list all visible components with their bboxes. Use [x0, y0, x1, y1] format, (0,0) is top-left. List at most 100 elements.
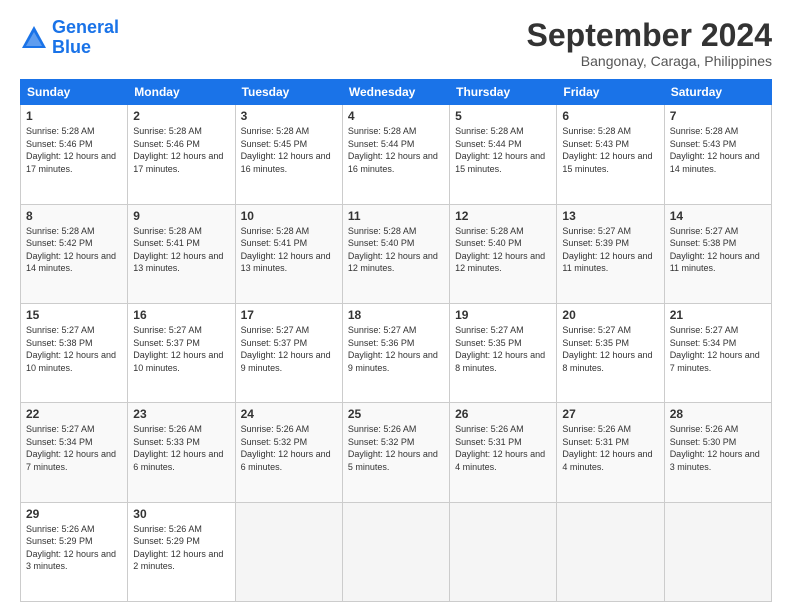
- day-number: 26: [455, 407, 551, 421]
- day-info: Sunrise: 5:28 AMSunset: 5:42 PMDaylight:…: [26, 225, 122, 275]
- col-wednesday: Wednesday: [342, 80, 449, 105]
- table-row: 15 Sunrise: 5:27 AMSunset: 5:38 PMDayligh…: [21, 303, 128, 402]
- header: General Blue September 2024 Bangonay, Ca…: [20, 18, 772, 69]
- col-saturday: Saturday: [664, 80, 771, 105]
- calendar-week-row: 29 Sunrise: 5:26 AMSunset: 5:29 PMDayligh…: [21, 502, 772, 601]
- table-row: 12Sunrise: 5:28 AMSunset: 5:40 PMDayligh…: [450, 204, 557, 303]
- day-number: 11: [348, 209, 444, 223]
- table-row: 14Sunrise: 5:27 AMSunset: 5:38 PMDayligh…: [664, 204, 771, 303]
- calendar-week-row: 1 Sunrise: 5:28 AMSunset: 5:46 PMDaylight…: [21, 105, 772, 204]
- table-row: [342, 502, 449, 601]
- day-info: Sunrise: 5:26 AMSunset: 5:32 PMDaylight:…: [241, 423, 337, 473]
- day-number: 10: [241, 209, 337, 223]
- table-row: 2 Sunrise: 5:28 AMSunset: 5:46 PMDaylight…: [128, 105, 235, 204]
- table-row: 11 Sunrise: 5:28 AMSunset: 5:40 PMDayligh…: [342, 204, 449, 303]
- table-row: 6 Sunrise: 5:28 AMSunset: 5:43 PMDaylight…: [557, 105, 664, 204]
- logo: General Blue: [20, 18, 119, 58]
- table-row: 19Sunrise: 5:27 AMSunset: 5:35 PMDayligh…: [450, 303, 557, 402]
- day-number: 24: [241, 407, 337, 421]
- day-info: Sunrise: 5:28 AMSunset: 5:46 PMDaylight:…: [133, 125, 229, 175]
- day-info: Sunrise: 5:26 AMSunset: 5:30 PMDaylight:…: [670, 423, 766, 473]
- day-number: 1: [26, 109, 122, 123]
- calendar-table: Sunday Monday Tuesday Wednesday Thursday…: [20, 79, 772, 602]
- col-friday: Friday: [557, 80, 664, 105]
- day-info: Sunrise: 5:28 AMSunset: 5:46 PMDaylight:…: [26, 125, 122, 175]
- table-row: 18Sunrise: 5:27 AMSunset: 5:36 PMDayligh…: [342, 303, 449, 402]
- col-thursday: Thursday: [450, 80, 557, 105]
- day-number: 29: [26, 507, 122, 521]
- day-info: Sunrise: 5:28 AMSunset: 5:40 PMDaylight:…: [348, 225, 444, 275]
- day-number: 7: [670, 109, 766, 123]
- col-tuesday: Tuesday: [235, 80, 342, 105]
- calendar-week-row: 15 Sunrise: 5:27 AMSunset: 5:38 PMDayligh…: [21, 303, 772, 402]
- day-number: 25: [348, 407, 444, 421]
- day-number: 2: [133, 109, 229, 123]
- day-info: Sunrise: 5:27 AMSunset: 5:38 PMDaylight:…: [670, 225, 766, 275]
- table-row: 16Sunrise: 5:27 AMSunset: 5:37 PMDayligh…: [128, 303, 235, 402]
- table-row: 10 Sunrise: 5:28 AMSunset: 5:41 PMDayligh…: [235, 204, 342, 303]
- day-number: 5: [455, 109, 551, 123]
- table-row: [664, 502, 771, 601]
- table-row: 1 Sunrise: 5:28 AMSunset: 5:46 PMDaylight…: [21, 105, 128, 204]
- day-info: Sunrise: 5:27 AMSunset: 5:37 PMDaylight:…: [241, 324, 337, 374]
- day-number: 3: [241, 109, 337, 123]
- table-row: 30 Sunrise: 5:26 AMSunset: 5:29 PMDayligh…: [128, 502, 235, 601]
- day-number: 8: [26, 209, 122, 223]
- table-row: 17 Sunrise: 5:27 AMSunset: 5:37 PMDayligh…: [235, 303, 342, 402]
- logo-text: General Blue: [52, 18, 119, 58]
- day-info: Sunrise: 5:27 AMSunset: 5:35 PMDaylight:…: [562, 324, 658, 374]
- day-number: 9: [133, 209, 229, 223]
- table-row: [235, 502, 342, 601]
- day-info: Sunrise: 5:27 AMSunset: 5:34 PMDaylight:…: [670, 324, 766, 374]
- day-number: 22: [26, 407, 122, 421]
- calendar-week-row: 8 Sunrise: 5:28 AMSunset: 5:42 PMDaylight…: [21, 204, 772, 303]
- day-info: Sunrise: 5:27 AMSunset: 5:37 PMDaylight:…: [133, 324, 229, 374]
- table-row: 13 Sunrise: 5:27 AMSunset: 5:39 PMDayligh…: [557, 204, 664, 303]
- day-number: 6: [562, 109, 658, 123]
- day-number: 20: [562, 308, 658, 322]
- day-info: Sunrise: 5:27 AMSunset: 5:34 PMDaylight:…: [26, 423, 122, 473]
- day-info: Sunrise: 5:28 AMSunset: 5:44 PMDaylight:…: [348, 125, 444, 175]
- month-title: September 2024: [527, 18, 772, 53]
- day-info: Sunrise: 5:28 AMSunset: 5:41 PMDaylight:…: [133, 225, 229, 275]
- day-info: Sunrise: 5:26 AMSunset: 5:29 PMDaylight:…: [133, 523, 229, 573]
- day-info: Sunrise: 5:28 AMSunset: 5:45 PMDaylight:…: [241, 125, 337, 175]
- table-row: 5Sunrise: 5:28 AMSunset: 5:44 PMDaylight…: [450, 105, 557, 204]
- table-row: 9 Sunrise: 5:28 AMSunset: 5:41 PMDaylight…: [128, 204, 235, 303]
- day-info: Sunrise: 5:26 AMSunset: 5:32 PMDaylight:…: [348, 423, 444, 473]
- day-number: 27: [562, 407, 658, 421]
- day-number: 18: [348, 308, 444, 322]
- calendar-week-row: 22 Sunrise: 5:27 AMSunset: 5:34 PMDayligh…: [21, 403, 772, 502]
- table-row: 8 Sunrise: 5:28 AMSunset: 5:42 PMDaylight…: [21, 204, 128, 303]
- day-info: Sunrise: 5:27 AMSunset: 5:38 PMDaylight:…: [26, 324, 122, 374]
- col-monday: Monday: [128, 80, 235, 105]
- table-row: 28 Sunrise: 5:26 AMSunset: 5:30 PMDayligh…: [664, 403, 771, 502]
- table-row: [557, 502, 664, 601]
- day-number: 13: [562, 209, 658, 223]
- logo-general: General: [52, 17, 119, 37]
- table-row: 29Sunrise: 5:26 AMSunset: 5:29 PMDayligh…: [21, 502, 128, 601]
- day-info: Sunrise: 5:28 AMSunset: 5:43 PMDaylight:…: [562, 125, 658, 175]
- logo-icon: [20, 24, 48, 52]
- day-info: Sunrise: 5:26 AMSunset: 5:33 PMDaylight:…: [133, 423, 229, 473]
- table-row: [450, 502, 557, 601]
- day-info: Sunrise: 5:27 AMSunset: 5:39 PMDaylight:…: [562, 225, 658, 275]
- day-info: Sunrise: 5:28 AMSunset: 5:43 PMDaylight:…: [670, 125, 766, 175]
- table-row: 23Sunrise: 5:26 AMSunset: 5:33 PMDayligh…: [128, 403, 235, 502]
- table-row: 3 Sunrise: 5:28 AMSunset: 5:45 PMDaylight…: [235, 105, 342, 204]
- day-number: 15: [26, 308, 122, 322]
- day-number: 30: [133, 507, 229, 521]
- col-sunday: Sunday: [21, 80, 128, 105]
- location: Bangonay, Caraga, Philippines: [527, 53, 772, 69]
- day-number: 17: [241, 308, 337, 322]
- table-row: 20 Sunrise: 5:27 AMSunset: 5:35 PMDayligh…: [557, 303, 664, 402]
- day-info: Sunrise: 5:28 AMSunset: 5:40 PMDaylight:…: [455, 225, 551, 275]
- calendar-page: General Blue September 2024 Bangonay, Ca…: [0, 0, 792, 612]
- calendar-header-row: Sunday Monday Tuesday Wednesday Thursday…: [21, 80, 772, 105]
- day-number: 28: [670, 407, 766, 421]
- day-info: Sunrise: 5:28 AMSunset: 5:41 PMDaylight:…: [241, 225, 337, 275]
- table-row: 21 Sunrise: 5:27 AMSunset: 5:34 PMDayligh…: [664, 303, 771, 402]
- day-number: 21: [670, 308, 766, 322]
- table-row: 27Sunrise: 5:26 AMSunset: 5:31 PMDayligh…: [557, 403, 664, 502]
- day-number: 19: [455, 308, 551, 322]
